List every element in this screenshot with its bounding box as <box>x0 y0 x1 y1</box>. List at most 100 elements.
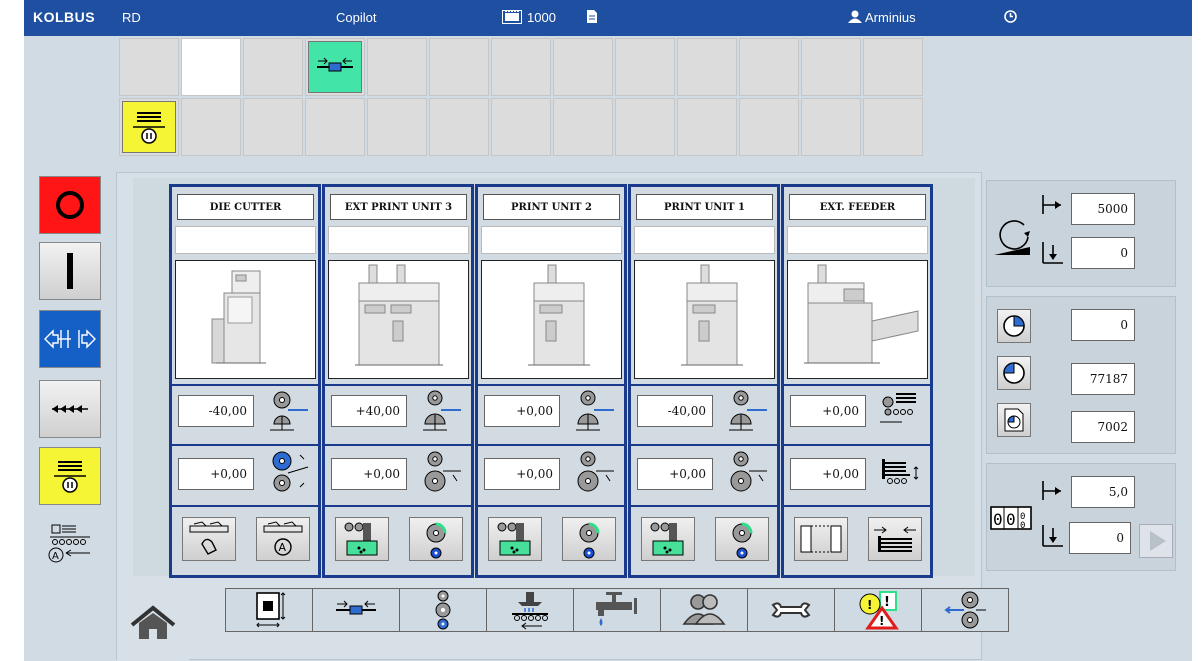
favorite-slot[interactable] <box>305 38 365 96</box>
feeder-button[interactable] <box>487 589 574 631</box>
favorite-slot[interactable] <box>863 38 923 96</box>
feeder-circumferential-icon[interactable] <box>876 449 922 495</box>
unit-print-unit-2: PRINT UNIT 2 +0,00 +0,00 <box>475 184 627 578</box>
machine-image[interactable] <box>634 260 775 379</box>
offset-value-2[interactable]: +0,00 <box>484 458 560 490</box>
stack-pause-favorite-button[interactable] <box>122 101 176 153</box>
favorite-slot[interactable] <box>429 98 489 156</box>
roll-lateral-icon[interactable] <box>264 388 310 434</box>
service-button[interactable] <box>748 589 835 631</box>
favorite-slot[interactable] <box>243 38 303 96</box>
feeder-lateral-icon[interactable] <box>876 388 922 434</box>
favorite-slot[interactable] <box>491 98 551 156</box>
batch-set-value[interactable]: 5,0 <box>1071 476 1135 508</box>
format-button[interactable] <box>226 589 313 631</box>
svg-text:!: ! <box>879 614 884 628</box>
favorite-slot[interactable] <box>305 98 365 156</box>
favorite-slot[interactable] <box>677 98 737 156</box>
row-divider <box>784 444 930 446</box>
roll-lateral-icon[interactable] <box>723 388 769 434</box>
favorite-slot[interactable] <box>367 98 427 156</box>
machine-image[interactable] <box>787 260 928 379</box>
favorite-slot[interactable] <box>367 38 427 96</box>
favorite-slot[interactable] <box>801 98 861 156</box>
offset-value-2[interactable]: +0,00 <box>178 458 254 490</box>
roll-lateral-icon[interactable] <box>570 388 616 434</box>
favorite-slot[interactable] <box>181 38 241 96</box>
rollers-button[interactable] <box>400 589 487 631</box>
favorite-slot[interactable] <box>491 38 551 96</box>
favorite-slot[interactable] <box>119 98 179 156</box>
roll-adjust-button[interactable] <box>922 589 1009 631</box>
stop-button[interactable] <box>39 176 101 234</box>
ink-pump-button[interactable] <box>641 517 695 561</box>
user-icon <box>848 10 862 23</box>
anilox-roll-button[interactable] <box>562 517 616 561</box>
counter-3-button[interactable] <box>997 403 1031 437</box>
offset-value-2[interactable]: +0,00 <box>331 458 407 490</box>
sheet-align-button[interactable] <box>868 517 922 561</box>
offset-value-1[interactable]: -40,00 <box>178 395 254 427</box>
favorite-slot[interactable] <box>615 98 675 156</box>
shaft-coupling-favorite-button[interactable] <box>308 41 362 93</box>
offset-value-1[interactable]: +0,00 <box>484 395 560 427</box>
offset-value-1[interactable]: -40,00 <box>637 395 713 427</box>
ink-supply-button[interactable] <box>574 589 661 631</box>
users-button[interactable] <box>661 589 748 631</box>
user-name[interactable]: Arminius <box>865 10 916 25</box>
offset-value-2[interactable]: +0,00 <box>790 458 866 490</box>
favorite-slot[interactable] <box>429 38 489 96</box>
roll-circumferential-icon[interactable] <box>417 449 463 495</box>
machine-image[interactable] <box>481 260 622 379</box>
inch-button[interactable] <box>39 310 101 368</box>
start-button[interactable] <box>39 242 101 300</box>
favorite-slot[interactable] <box>739 38 799 96</box>
speed-set-value[interactable]: 5000 <box>1071 193 1135 225</box>
ink-pump-button[interactable] <box>488 517 542 561</box>
offset-value-1[interactable]: +0,00 <box>790 395 866 427</box>
counter-1-button[interactable] <box>997 309 1031 343</box>
copilot-label[interactable]: Copilot <box>336 10 376 25</box>
register-button[interactable] <box>313 589 400 631</box>
roll-lateral-icon[interactable] <box>417 388 463 434</box>
favorite-slot[interactable] <box>119 38 179 96</box>
document-icon[interactable] <box>587 10 597 23</box>
anilox-roll-button[interactable] <box>409 517 463 561</box>
anilox-roll-button[interactable] <box>715 517 769 561</box>
crawl-arrows-icon <box>52 405 88 413</box>
roll-circumferential-icon[interactable] <box>264 449 310 495</box>
home-tab[interactable] <box>117 584 189 661</box>
feeder-auto-button[interactable]: A <box>39 514 101 572</box>
favorite-slot[interactable] <box>739 98 799 156</box>
favorite-slot[interactable] <box>677 38 737 96</box>
roll-circumferential-icon[interactable] <box>723 449 769 495</box>
favorite-slot[interactable] <box>863 98 923 156</box>
stack-pause-icon <box>54 461 86 493</box>
roll-circumferential-icon[interactable] <box>570 449 616 495</box>
favorite-slot[interactable] <box>553 38 613 96</box>
favorite-slot[interactable] <box>181 98 241 156</box>
counter-pie-icon <box>1003 315 1025 337</box>
machine-image[interactable] <box>175 260 316 379</box>
side-guides-button[interactable] <box>794 517 848 561</box>
machine-image[interactable] <box>328 260 469 379</box>
manual-mode-button[interactable] <box>182 517 236 561</box>
favorite-slot[interactable] <box>615 38 675 96</box>
ink-pump-button[interactable] <box>335 517 389 561</box>
offset-value-2[interactable]: +0,00 <box>637 458 713 490</box>
messages-button[interactable]: !!! <box>835 589 922 631</box>
offset-value-1[interactable]: +40,00 <box>331 395 407 427</box>
unit-title: EXT PRINT UNIT 3 <box>330 194 467 220</box>
clock-icon[interactable] <box>1004 10 1017 23</box>
row-divider <box>784 505 930 507</box>
favorite-slot[interactable] <box>801 38 861 96</box>
favorite-slot[interactable] <box>243 98 303 156</box>
auto-mode-button[interactable]: A <box>256 517 310 561</box>
play-icon[interactable] <box>1139 524 1173 558</box>
counter-2-button[interactable] <box>997 356 1031 390</box>
stack-pause-button[interactable] <box>39 447 101 505</box>
batch-counter-icon: 0 0 00 <box>990 506 1032 531</box>
print-unit-drawing <box>681 264 743 366</box>
favorite-slot[interactable] <box>553 98 613 156</box>
crawl-button[interactable] <box>39 380 101 438</box>
